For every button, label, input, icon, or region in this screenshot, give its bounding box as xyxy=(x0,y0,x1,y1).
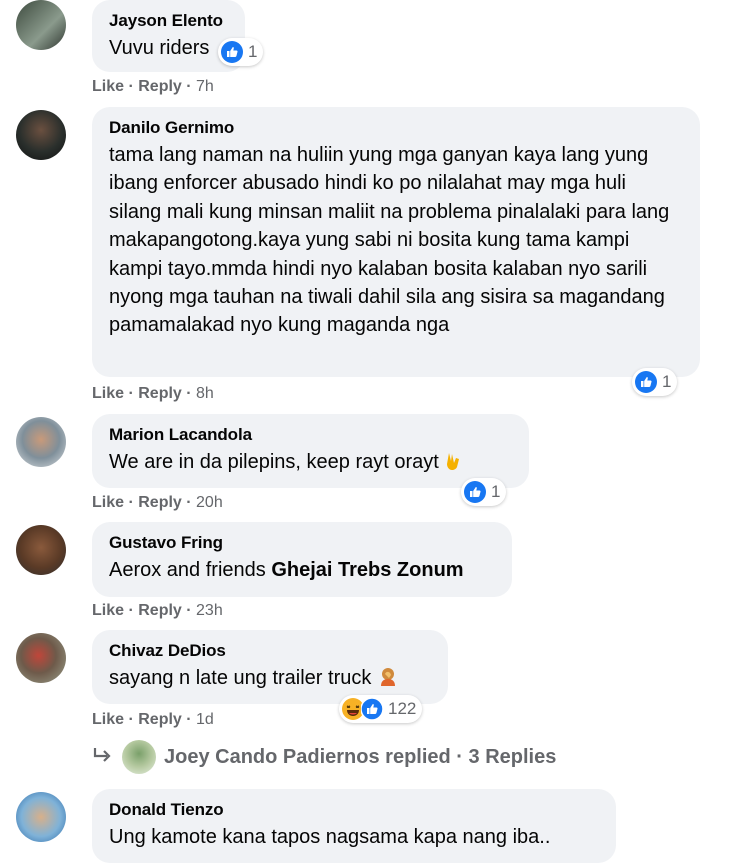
reply-link[interactable]: Reply xyxy=(138,385,182,402)
like-link[interactable]: Like xyxy=(92,78,124,95)
comment-actions: Like · Reply · 23h xyxy=(92,602,223,619)
mention-link[interactable]: Ghejai Trebs Zonum xyxy=(271,559,463,581)
like-link[interactable]: Like xyxy=(92,385,124,402)
avatar[interactable] xyxy=(16,417,66,467)
comment-actions: Like · Reply · 7h xyxy=(92,78,214,95)
comment-author[interactable]: Danilo Gernimo xyxy=(109,115,674,141)
reaction-count-badge[interactable]: 122 xyxy=(339,695,423,723)
like-link[interactable]: Like xyxy=(92,494,124,511)
comment-text: tama lang naman na huliin yung mga ganya… xyxy=(109,144,670,337)
comment-author[interactable]: Marion Lacandola xyxy=(109,422,513,448)
comment-actions: Like · Reply · 20h xyxy=(92,494,223,511)
avatar[interactable] xyxy=(16,633,66,683)
replies-text: Joey Cando Padiernos replied · 3 Replies xyxy=(164,745,557,768)
avatar[interactable] xyxy=(16,525,66,575)
comment-author[interactable]: Gustavo Fring xyxy=(109,530,496,556)
timestamp[interactable]: 7h xyxy=(196,78,214,95)
thumbs-up-icon xyxy=(360,697,384,721)
comment-bubble: Gustavo Fring Aerox and friends Ghejai T… xyxy=(92,522,512,597)
reaction-count-badge[interactable]: 1 xyxy=(632,368,678,396)
reaction-count-badge[interactable]: 1 xyxy=(461,478,507,506)
facepalm-emoji-icon xyxy=(377,665,399,695)
comment-author[interactable]: Chivaz DeDios xyxy=(109,638,432,664)
avatar[interactable] xyxy=(16,0,66,50)
view-replies-link[interactable]: Joey Cando Padiernos replied · 3 Replies xyxy=(92,740,556,774)
like-link[interactable]: Like xyxy=(92,711,124,728)
reaction-count: 1 xyxy=(662,372,672,391)
reply-arrow-icon xyxy=(92,746,112,769)
avatar xyxy=(122,740,156,774)
reaction-count: 1 xyxy=(248,42,258,61)
comment-actions: Like · Reply · 1d xyxy=(92,711,214,728)
comment-bubble: Donald Tienzo Ung kamote kana tapos nags… xyxy=(92,789,616,863)
timestamp[interactable]: 8h xyxy=(196,385,214,402)
reaction-count-badge[interactable]: 1 xyxy=(218,38,264,66)
comment-bubble: Marion Lacandola We are in da pilepins, … xyxy=(92,414,529,488)
reply-link[interactable]: Reply xyxy=(138,602,182,619)
rock-on-hand-emoji-icon xyxy=(444,449,466,479)
comment-text: Ung kamote kana tapos nagsama kapa nang … xyxy=(109,826,551,848)
comment-text: Vuvu riders xyxy=(109,37,210,59)
timestamp[interactable]: 1d xyxy=(196,711,214,728)
thumbs-up-icon xyxy=(221,41,243,63)
comment-actions: Like · Reply · 8h xyxy=(92,385,214,402)
thumbs-up-icon xyxy=(635,371,657,393)
timestamp[interactable]: 20h xyxy=(196,494,223,511)
comment-bubble: Danilo Gernimo tama lang naman na huliin… xyxy=(92,107,700,377)
like-link[interactable]: Like xyxy=(92,602,124,619)
reply-link[interactable]: Reply xyxy=(138,494,182,511)
reply-link[interactable]: Reply xyxy=(138,78,182,95)
timestamp[interactable]: 23h xyxy=(196,602,223,619)
avatar[interactable] xyxy=(16,110,66,160)
reaction-count: 122 xyxy=(388,699,417,718)
comment-bubble: Chivaz DeDios sayang n late ung trailer … xyxy=(92,630,448,704)
reply-link[interactable]: Reply xyxy=(138,711,182,728)
avatar[interactable] xyxy=(16,792,66,842)
comment-author[interactable]: Jayson Elento xyxy=(109,8,229,34)
comment-author[interactable]: Donald Tienzo xyxy=(109,797,600,823)
comment-text: Aerox and friends Ghejai Trebs Zonum xyxy=(109,559,464,581)
reaction-count: 1 xyxy=(491,482,501,501)
comment-text: We are in da pilepins, keep rayt orayt xyxy=(109,448,513,479)
thumbs-up-icon xyxy=(464,481,486,503)
comment-text: sayang n late ung trailer truck xyxy=(109,664,432,695)
